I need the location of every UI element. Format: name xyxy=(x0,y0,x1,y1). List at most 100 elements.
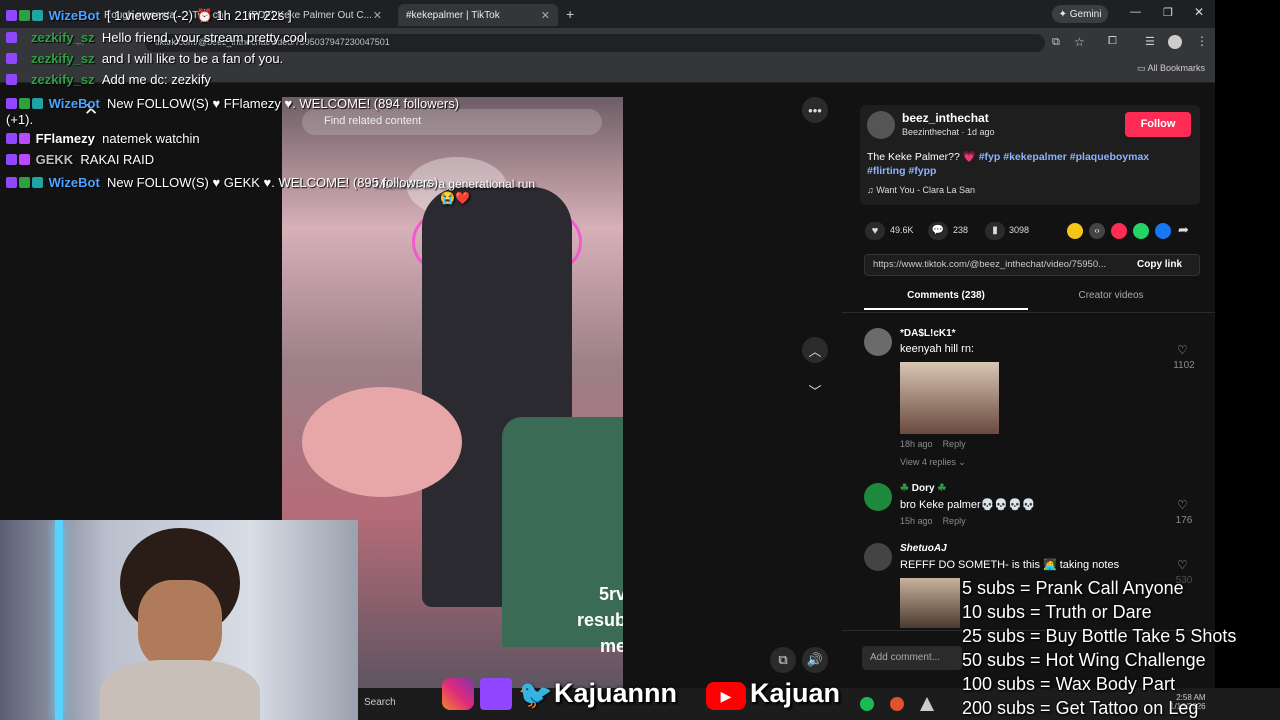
search-placeholder: Find related content xyxy=(324,115,422,127)
creator-username[interactable]: beez_inthechat xyxy=(902,111,989,125)
follow-button[interactable]: Follow xyxy=(1125,112,1191,137)
streamer-shirt xyxy=(100,660,260,720)
comment-like-count: 176 xyxy=(1175,515,1193,526)
streamer-face xyxy=(138,580,222,670)
twitch-badge-icon xyxy=(6,32,17,43)
twitch-badge-icon xyxy=(6,133,17,144)
chat-text: New FOLLOW(S) ♥ FFlamezy ♥. WELCOME! (89… xyxy=(107,96,460,111)
post-caption: The Keke Palmer?? 💗 #fyp #kekepalmer #pl… xyxy=(867,150,1187,178)
clover-icon: ☘ xyxy=(900,483,912,494)
chat-text: RAKAI RAID xyxy=(80,152,155,167)
close-icon[interactable]: ✕ xyxy=(541,9,550,22)
webcam-feed xyxy=(0,520,358,720)
chat-line: WizeBot New FOLLOW(S) ♥ FFlamezy ♥. WELC… xyxy=(6,96,459,111)
copy-link-button[interactable]: Copy link xyxy=(1137,259,1182,270)
reply-button[interactable]: Reply xyxy=(943,439,966,449)
reply-button[interactable]: Reply xyxy=(943,516,966,526)
whatsapp-icon[interactable] xyxy=(1133,223,1149,239)
taskbar-search[interactable]: Search xyxy=(364,697,396,708)
music-title: Want You - Clara La San xyxy=(876,185,975,195)
comment-image[interactable] xyxy=(900,362,999,434)
clover-icon: ☘ xyxy=(934,483,947,494)
chat-text: New FOLLOW(S) ♥ GEKK ♥. WELCOME! (895 fo… xyxy=(107,175,439,190)
comment-image[interactable] xyxy=(900,578,960,628)
comment-author[interactable]: *DA$L!cK1* xyxy=(900,328,956,339)
minimize-button[interactable]: — xyxy=(1130,6,1141,18)
subs-goal-line: 50 subs = Hot Wing Challenge xyxy=(962,650,1206,670)
comment-avatar[interactable] xyxy=(864,543,892,571)
check-badge-icon xyxy=(19,98,30,109)
tab-creator-videos[interactable]: Creator videos xyxy=(1030,290,1192,301)
side-text-line: 5rv xyxy=(598,584,623,604)
subs-goal-line: 100 subs = Wax Body Part xyxy=(962,674,1175,694)
new-tab-button[interactable]: + xyxy=(566,6,574,22)
previous-video-button[interactable]: ︿ xyxy=(802,337,828,363)
star-icon[interactable]: ☆ xyxy=(1074,35,1085,49)
all-bookmarks[interactable]: ▭ All Bookmarks xyxy=(1137,63,1205,74)
next-video-button[interactable]: ﹀ xyxy=(802,377,828,403)
creator-avatar[interactable] xyxy=(867,111,895,139)
gemini-button[interactable]: ✦ Gemini xyxy=(1052,5,1108,23)
view-replies-button[interactable]: View 4 replies xyxy=(900,457,956,467)
spotify-icon[interactable] xyxy=(860,697,874,711)
profile-avatar[interactable] xyxy=(1168,35,1182,49)
chat-line: WizeBot [ 1 viewers (-2) ⏰ 1h 21m 22s ] xyxy=(6,8,292,24)
volume-button[interactable]: 🔊 xyxy=(802,647,828,673)
music-link[interactable]: ♫ Want You - Clara La San xyxy=(867,185,975,195)
music-note-icon: ♫ xyxy=(867,185,877,195)
sparkle-icon: ✦ xyxy=(1058,8,1070,20)
facebook-icon[interactable] xyxy=(1155,223,1171,239)
install-icon[interactable]: ⧉ xyxy=(1052,36,1060,49)
comment-text: bro Keke palmer💀💀💀💀 xyxy=(900,499,1036,511)
chat-line: (+1). xyxy=(6,112,33,127)
more-options-button[interactable]: ••• xyxy=(802,97,828,123)
comment-avatar[interactable] xyxy=(864,328,892,356)
video-side-text: 5rv resub me xyxy=(577,581,623,659)
pip-button[interactable]: ⧉ xyxy=(770,647,796,673)
comment-avatar[interactable] xyxy=(864,483,892,511)
add-comment-input[interactable]: Add comment... xyxy=(862,646,962,670)
coin-icon[interactable] xyxy=(1067,223,1083,239)
youtube-icon: ▶ xyxy=(706,682,746,710)
subs-goal-line: 10 subs = Truth or Dare xyxy=(962,602,1152,622)
twitter-icon: 🐦 xyxy=(518,679,553,710)
close-icon[interactable]: ✕ xyxy=(373,9,382,22)
comment-icon[interactable]: 💬 xyxy=(928,222,948,240)
share-icon[interactable]: ➦ xyxy=(1178,222,1189,238)
chat-author: zezkify_sz xyxy=(31,72,95,87)
caption-main: The Keke Palmer?? 💗 xyxy=(867,151,976,163)
bookmark-icon[interactable]: ▮ xyxy=(985,222,1005,240)
subs-goal-line: 25 subs = Buy Bottle Take 5 Shots xyxy=(962,626,1237,646)
tab-tiktok[interactable]: #kekepalmer | TikTok ✕ xyxy=(398,4,558,26)
twitch-badge-icon xyxy=(6,154,17,165)
chat-line: zezkify_sz Add me dc: zezkify xyxy=(6,72,211,87)
menu-icon[interactable]: ⋮ xyxy=(1196,34,1208,48)
comment-like-icon[interactable]: ♡ xyxy=(1177,558,1188,572)
save-count: 3098 xyxy=(1009,225,1030,235)
twitch-icon xyxy=(480,678,512,710)
chat-line: zezkify_sz Hello friend, your stream pre… xyxy=(6,30,307,45)
maximize-button[interactable]: ❐ xyxy=(1163,6,1173,19)
close-window-button[interactable]: ✕ xyxy=(1194,5,1204,19)
bot-badge-icon xyxy=(32,98,43,109)
media-icon[interactable]: ☰ xyxy=(1145,35,1155,48)
video-search-input[interactable]: Find related content xyxy=(302,109,602,135)
comment-count: 238 xyxy=(953,225,969,235)
extensions-icon[interactable]: ⧠ xyxy=(1108,35,1117,48)
embed-icon[interactable]: ‹› xyxy=(1089,223,1105,239)
comment-like-icon[interactable]: ♡ xyxy=(1177,498,1188,512)
send-icon[interactable] xyxy=(1111,223,1127,239)
comment-author[interactable]: ShetuoAJ xyxy=(900,543,947,554)
comment-like-icon[interactable]: ♡ xyxy=(1177,343,1188,357)
share-url[interactable]: https://www.tiktok.com/@beez_inthechat/v… xyxy=(873,259,1123,270)
caption-emoji: 😭❤️ xyxy=(440,191,470,205)
chat-author: zezkify_sz xyxy=(31,51,95,66)
led-strip xyxy=(55,520,63,720)
app-icon[interactable] xyxy=(890,697,904,711)
chat-author: FFlamezy xyxy=(35,131,95,146)
twitch-badge-icon xyxy=(6,74,17,85)
tab-comments[interactable]: Comments (238) xyxy=(864,290,1028,301)
like-icon[interactable]: ♥ xyxy=(865,222,885,240)
comment-author[interactable]: Dory xyxy=(912,483,935,494)
chevron-down-icon: ⌄ xyxy=(958,457,966,467)
